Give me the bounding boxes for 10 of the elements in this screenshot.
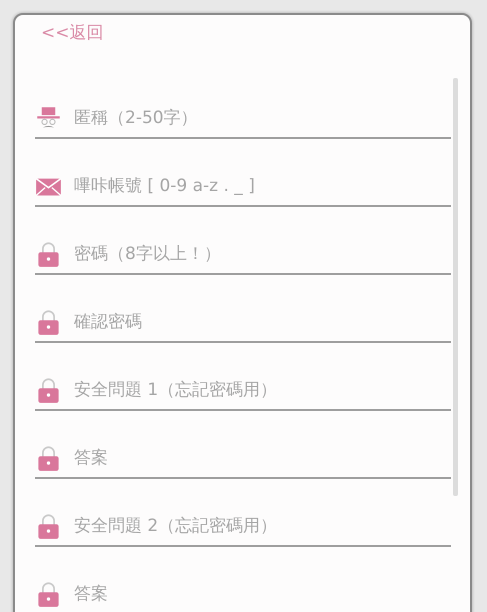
input-field[interactable]: 匿稱（2-50字）: [74, 106, 434, 132]
scrollbar[interactable]: [453, 78, 458, 496]
back-link[interactable]: <<返回: [35, 19, 110, 48]
input-field[interactable]: 安全問題 2（忘記密碼用）: [74, 514, 434, 540]
input-field[interactable]: 答案: [74, 582, 434, 608]
input-field[interactable]: 答案: [74, 446, 434, 472]
input-field[interactable]: 安全問題 1（忘記密碼用）: [74, 378, 434, 404]
input-field[interactable]: 嗶咔帳號 [ 0-9 a-z . _ ]: [74, 174, 434, 200]
input-field[interactable]: 確認密碼: [74, 310, 434, 336]
input-field[interactable]: 密碼（8字以上！）: [74, 242, 434, 268]
